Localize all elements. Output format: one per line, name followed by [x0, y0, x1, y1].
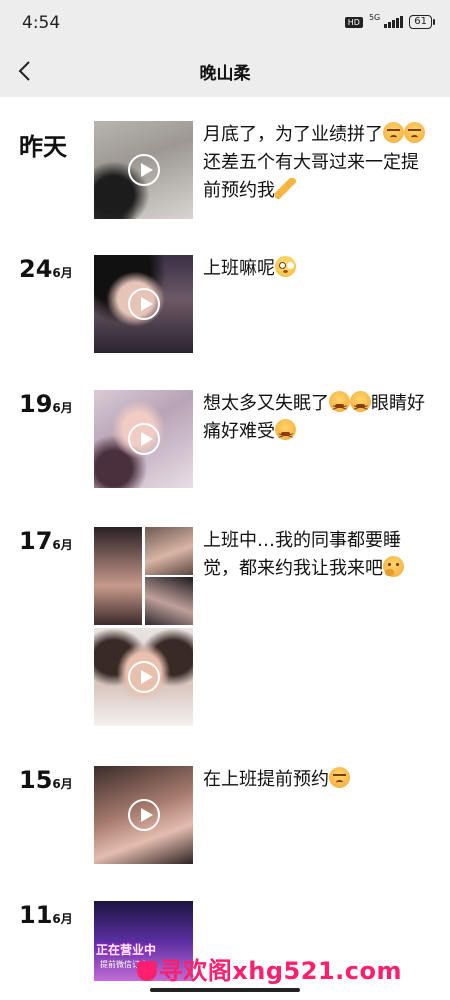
- hd-icon: HD: [344, 16, 363, 28]
- caption-text: 上班中…我的同事都要睡觉，都来约我让我来吧: [203, 530, 401, 579]
- watermark-text: 寻欢阁xhg521.com: [158, 957, 402, 985]
- watermark-logo-icon: [136, 961, 157, 981]
- signal-icon: [384, 16, 404, 28]
- video-thumbnail[interactable]: [94, 255, 193, 353]
- post-day: 17: [19, 527, 53, 555]
- tired-face-icon: [275, 419, 296, 450]
- photo-thumbnail[interactable]: [94, 527, 142, 625]
- tired-face-icon: [329, 391, 350, 422]
- page-title: 晚山柔: [199, 64, 251, 84]
- post-date: 156月: [19, 766, 73, 794]
- play-icon: [127, 288, 160, 320]
- post-day: 15: [19, 766, 53, 794]
- video-thumbnail[interactable]: [94, 390, 193, 488]
- post-date: 196月: [19, 390, 73, 418]
- nav-bar: 晚山柔: [0, 44, 450, 97]
- caption-text: 想太多又失眠了: [203, 393, 329, 414]
- caption-text: 在上班提前预约: [203, 769, 329, 790]
- play-icon: [127, 154, 160, 186]
- angry-face-icon: [329, 767, 350, 788]
- network-type: 5G: [368, 13, 381, 22]
- post-caption[interactable]: 上班中…我的同事都要睡觉，都来约我让我来吧: [203, 527, 435, 583]
- status-bar: 4:54 HD 5G 61: [0, 0, 450, 44]
- post-month: 6月: [52, 401, 73, 415]
- post-caption[interactable]: 上班嘛呢: [203, 255, 435, 283]
- flushed-face-icon: [275, 256, 296, 277]
- play-icon: [127, 661, 160, 693]
- post-day: 19: [19, 390, 53, 418]
- post-caption[interactable]: 在上班提前预约: [203, 766, 435, 794]
- post-date: 246月: [19, 255, 73, 283]
- angry-face-icon: [383, 122, 404, 143]
- home-indicator[interactable]: [150, 988, 300, 992]
- caption-text: 月底了，为了业绩拼了: [203, 124, 383, 145]
- thinking-face-icon: [383, 556, 404, 577]
- post-month: 6月: [52, 912, 73, 926]
- battery-icon: 61: [409, 15, 435, 29]
- tired-face-icon: [350, 391, 371, 422]
- post-day: 11: [19, 901, 53, 929]
- folded-hands-icon: [275, 178, 296, 199]
- post-month: 6月: [52, 538, 73, 552]
- video-thumbnail[interactable]: [94, 628, 193, 726]
- post-date: 116月: [19, 901, 73, 929]
- post-month: 6月: [52, 777, 73, 791]
- post-caption[interactable]: 想太多又失眠了眼睛好痛好难受: [203, 390, 435, 450]
- status-icons: HD 5G 61: [344, 13, 435, 29]
- video-thumbnail[interactable]: [94, 121, 193, 219]
- play-icon: [127, 423, 160, 455]
- post-caption[interactable]: 月底了，为了业绩拼了 还差五个有大哥过来一定提前预约我: [203, 121, 435, 205]
- play-icon: [127, 799, 160, 831]
- photo-thumbnail[interactable]: [145, 527, 193, 575]
- caption-text: 还差五个有大哥过来一定提前预约我: [203, 152, 419, 201]
- post-date: 176月: [19, 527, 73, 555]
- video-thumbnail[interactable]: [94, 766, 193, 864]
- post-month: 6月: [52, 266, 73, 280]
- post-date: 昨天: [19, 133, 67, 161]
- caption-text: 上班嘛呢: [203, 258, 275, 279]
- post-day: 24: [19, 255, 53, 283]
- status-time: 4:54: [22, 13, 61, 33]
- angry-face-icon: [404, 122, 425, 143]
- photo-thumbnail[interactable]: [145, 577, 193, 625]
- watermark: 寻欢阁xhg521.com: [136, 951, 402, 986]
